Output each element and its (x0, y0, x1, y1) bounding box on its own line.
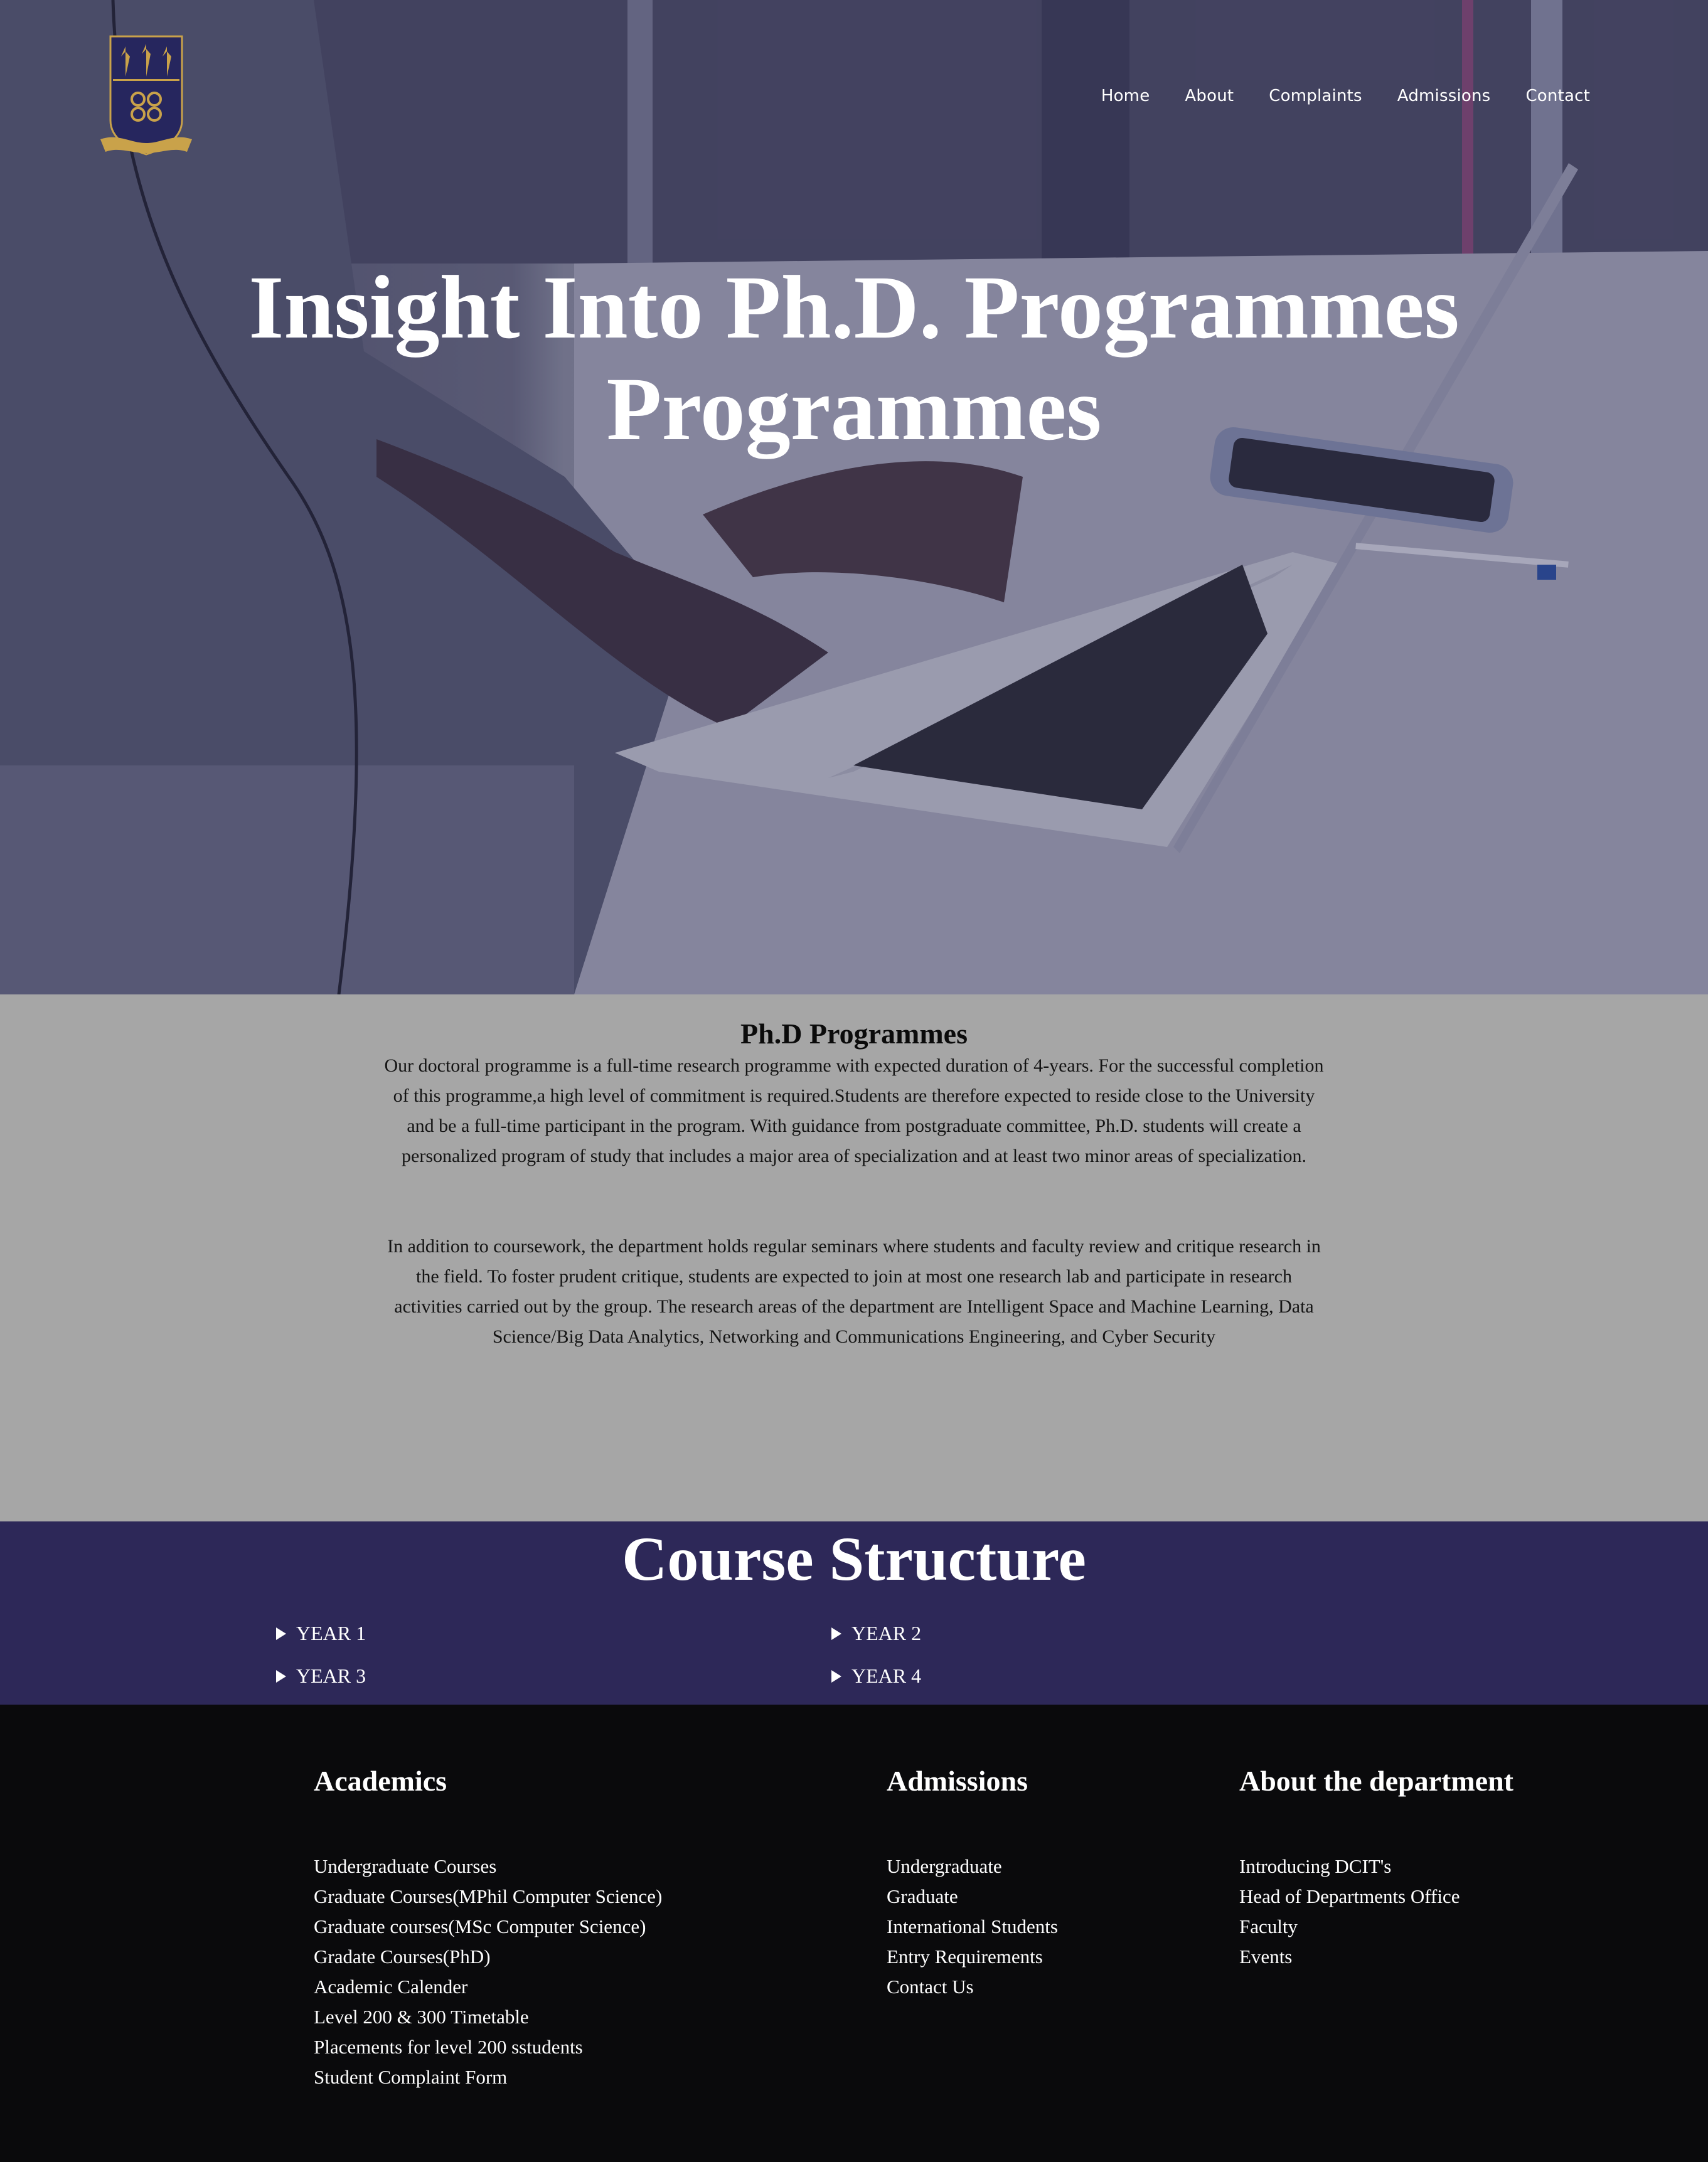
hero-title-line-2: Programmes (606, 359, 1102, 459)
footer-link[interactable]: Academic Calender (314, 1972, 878, 2002)
footer-link[interactable]: Graduate Courses(MPhil Computer Science) (314, 1882, 878, 1912)
footer-link[interactable]: Faculty (1239, 1912, 1708, 1942)
hero-banner: Home About Complaints Admissions Contact… (0, 0, 1708, 994)
footer-link[interactable]: Gradate Courses(PhD) (314, 1942, 878, 1972)
footer-link[interactable]: Graduate courses(MSc Computer Science) (314, 1912, 878, 1942)
year-2-label: YEAR 2 (851, 1622, 922, 1644)
footer-link[interactable]: Placements for level 200 sstudents (314, 2032, 878, 2062)
year-3-label: YEAR 3 (296, 1664, 366, 1687)
disclosure-triangle-icon (831, 1627, 841, 1640)
year-1-toggle[interactable]: YEAR 1 (276, 1622, 366, 1645)
footer-admissions-column: Admissions Undergraduate Graduate Intern… (887, 1764, 1058, 1998)
intro-paragraph-1: Our doctoral programme is a full-time re… (384, 1055, 1324, 1166)
intro-paragraph-2: In addition to coursework, the departmen… (387, 1236, 1321, 1347)
nav-about[interactable]: About (1185, 87, 1234, 105)
year-1-label: YEAR 1 (296, 1622, 366, 1644)
footer-admissions-heading: Admissions (887, 1765, 1028, 1797)
footer-about-links: Introducing DCIT's Head of Departments O… (1239, 1851, 1708, 1972)
footer-about-heading: About the department (1239, 1765, 1513, 1797)
footer-academics-heading: Academics (314, 1765, 447, 1797)
year-3-toggle[interactable]: YEAR 3 (276, 1664, 366, 1688)
disclosure-triangle-icon (831, 1669, 841, 1683)
footer-academics-links: Undergraduate Courses Graduate Courses(M… (314, 1851, 878, 2092)
footer-link[interactable]: Undergraduate Courses (314, 1851, 878, 1882)
footer-academics-column: Academics Undergraduate Courses Graduate… (314, 1764, 662, 2088)
hero-overlay (0, 0, 1708, 994)
year-4-label: YEAR 4 (851, 1664, 922, 1687)
site-footer: Academics Undergraduate Courses Graduate… (0, 1705, 1708, 2162)
course-structure-section: Course Structure YEAR 1 YEAR 2 YEAR 3 YE… (0, 1521, 1708, 1705)
year-4-toggle[interactable]: YEAR 4 (831, 1664, 921, 1688)
disclosure-triangle-icon (276, 1627, 286, 1640)
main-navigation: Home About Complaints Admissions Contact (1101, 87, 1590, 105)
nav-admissions[interactable]: Admissions (1397, 87, 1491, 105)
footer-about-column: About the department Introducing DCIT's … (1239, 1764, 1513, 1968)
footer-link[interactable]: Introducing DCIT's (1239, 1851, 1708, 1882)
nav-contact[interactable]: Contact (1525, 87, 1590, 105)
disclosure-triangle-icon (276, 1669, 286, 1683)
year-2-toggle[interactable]: YEAR 2 (831, 1622, 921, 1645)
footer-link[interactable]: Events (1239, 1942, 1708, 1972)
footer-link[interactable]: Level 200 & 300 Timetable (314, 2002, 878, 2032)
phd-intro-section: Ph.D Programmes Our doctoral programme i… (0, 994, 1708, 1521)
footer-link[interactable]: Contact Us (887, 1972, 1451, 2002)
hero-title: Insight Into Ph.D. Programmes Programmes (0, 257, 1708, 461)
university-crest-icon[interactable] (99, 33, 193, 158)
hero-title-line-1: Insight Into Ph.D. Programmes (248, 258, 1460, 358)
phd-heading: Ph.D Programmes (740, 1018, 968, 1050)
footer-link[interactable]: Student Complaint Form (314, 2062, 878, 2092)
nav-complaints[interactable]: Complaints (1269, 87, 1362, 105)
nav-home[interactable]: Home (1101, 87, 1150, 105)
footer-link[interactable]: Head of Departments Office (1239, 1882, 1708, 1912)
course-structure-heading: Course Structure (622, 1524, 1086, 1594)
